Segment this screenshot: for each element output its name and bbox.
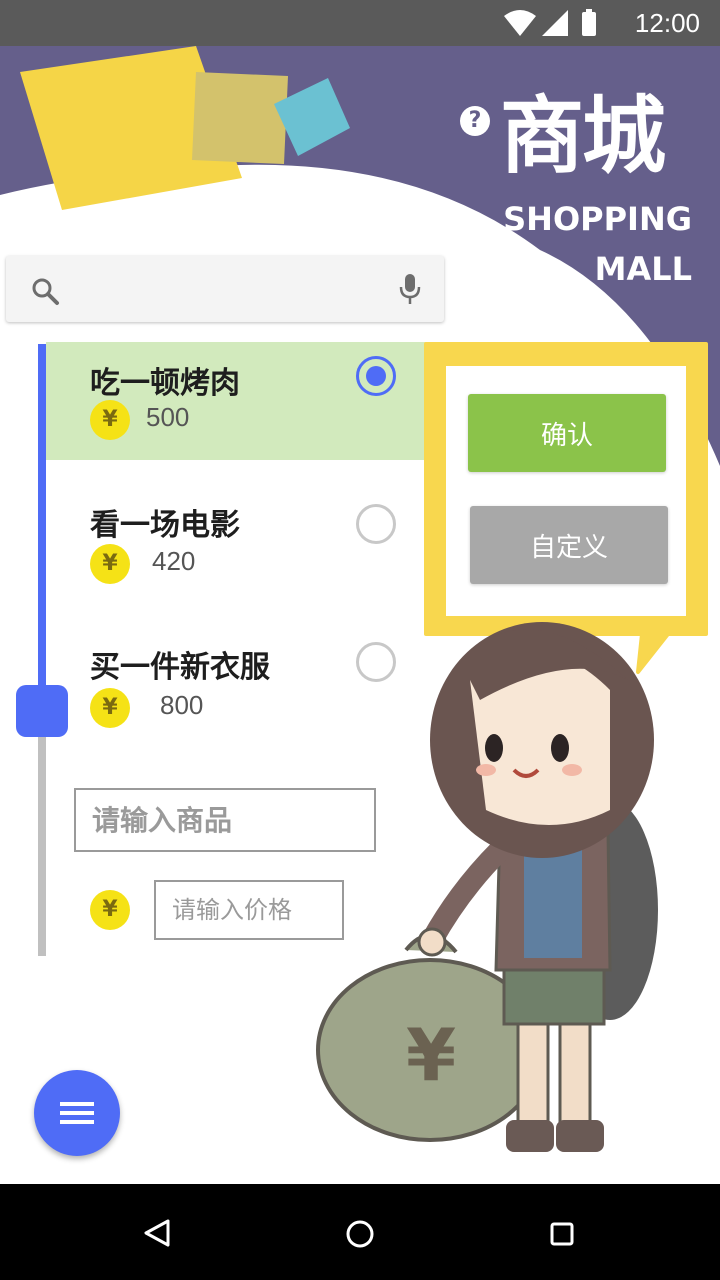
- timeline-progress: [38, 344, 46, 710]
- navigation-bar: [0, 1184, 720, 1280]
- confirm-button[interactable]: 确认: [468, 394, 666, 472]
- item-price: 500: [146, 402, 190, 432]
- search-bar[interactable]: [6, 256, 444, 322]
- coin-icon: ¥: [90, 400, 130, 440]
- search-icon[interactable]: [30, 276, 60, 306]
- list-item[interactable]: 看一场电影 ¥ 420: [46, 484, 446, 602]
- status-icons: [504, 9, 596, 36]
- wifi-icon: [504, 10, 536, 36]
- mic-icon[interactable]: [398, 272, 422, 306]
- battery-icon: [582, 12, 596, 36]
- page-subtitle-line2: MALL: [594, 250, 692, 288]
- timeline-track: [38, 710, 46, 956]
- status-time: 12:00: [634, 8, 700, 38]
- list-item[interactable]: 吃一顿烤肉 ¥ 500: [46, 342, 446, 460]
- coin-icon: ¥: [90, 544, 130, 584]
- signal-icon: [542, 10, 568, 36]
- svg-text:¥: ¥: [406, 1013, 456, 1097]
- menu-icon: [60, 1102, 94, 1124]
- decor-tan-square: [192, 72, 288, 164]
- character-illustration: ¥: [316, 622, 658, 1152]
- recents-icon[interactable]: [548, 1220, 576, 1248]
- page-title: 商城: [500, 87, 666, 185]
- status-bar: 12:00: [0, 0, 720, 46]
- menu-fab[interactable]: [34, 1070, 120, 1156]
- item-title: 看一场电影: [90, 508, 240, 543]
- help-icon[interactable]: ?: [460, 106, 490, 136]
- item-title: 买一件新衣服: [90, 650, 270, 685]
- item-title: 吃一顿烤肉: [90, 366, 240, 401]
- custom-button[interactable]: 自定义: [470, 506, 668, 584]
- page-subtitle-line1: SHOPPING: [503, 200, 692, 238]
- item-price: 800: [160, 690, 204, 720]
- back-icon[interactable]: [142, 1218, 172, 1248]
- item-radio[interactable]: [356, 504, 396, 544]
- coin-icon: ¥: [90, 890, 130, 930]
- home-icon[interactable]: [344, 1218, 376, 1250]
- coin-icon: ¥: [90, 688, 130, 728]
- item-price: 420: [152, 546, 196, 576]
- item-radio[interactable]: [356, 356, 396, 396]
